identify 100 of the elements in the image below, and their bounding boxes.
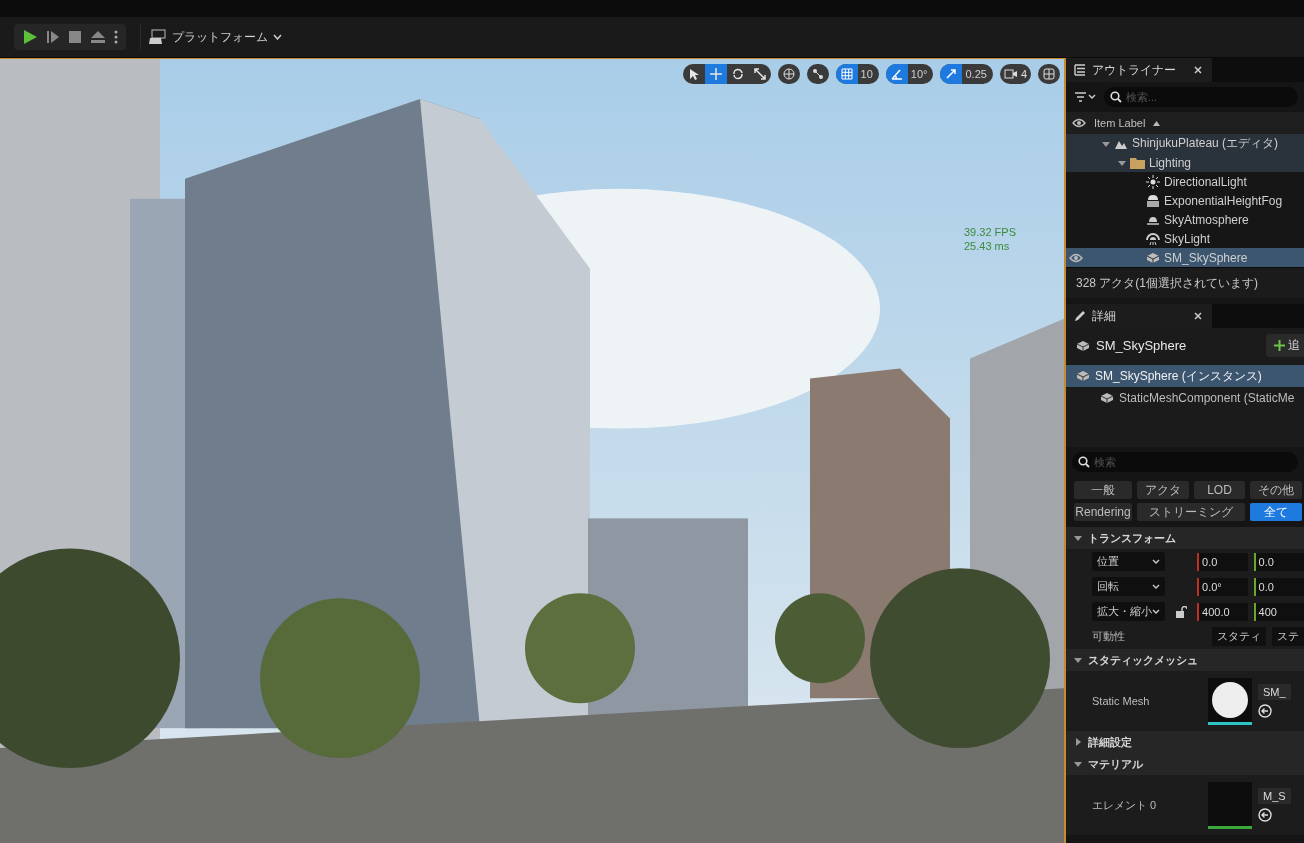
diagonal-arrow-icon: [945, 68, 958, 80]
folder-icon: [1130, 156, 1145, 169]
expand-caret-icon[interactable]: [1074, 738, 1082, 746]
mesh-icon: [1100, 392, 1114, 404]
snap-value: 10°: [909, 68, 929, 80]
filter-chip[interactable]: LOD: [1193, 481, 1246, 499]
grid-icon: [840, 68, 853, 80]
eye-icon[interactable]: [1069, 252, 1083, 263]
chevron-down-icon: [1152, 609, 1161, 614]
transform-mode-dropdown[interactable]: 位置: [1092, 552, 1166, 571]
list-icon: [1074, 64, 1086, 76]
sort-ascending-icon: [1153, 120, 1161, 126]
mobility-option[interactable]: スタティ: [1212, 627, 1266, 646]
rotate-icon: [731, 68, 744, 80]
column-header[interactable]: Item Label: [1066, 112, 1304, 134]
outliner-item-label: SkyAtmosphere: [1164, 212, 1249, 227]
use-selected-icon[interactable]: [1258, 704, 1272, 718]
camera-icon: [1003, 69, 1018, 79]
collapse-caret-icon[interactable]: [1074, 534, 1082, 542]
padlock-icon[interactable]: [1175, 605, 1187, 618]
platform-dropdown[interactable]: プラットフォーム: [140, 24, 290, 50]
filter-chip[interactable]: 一般: [1074, 481, 1132, 499]
filter-chip[interactable]: 全て: [1250, 503, 1302, 521]
stat-readout: 39.32 FPS: [964, 225, 1016, 239]
outliner-item-label: Lighting: [1149, 155, 1192, 170]
actor-name: SM_SkySphere: [1096, 338, 1188, 353]
camera-speed-value: 4: [1020, 68, 1027, 80]
snap-value: 10: [859, 68, 874, 80]
add-component-button[interactable]: 追: [1266, 334, 1304, 357]
expand-caret-icon[interactable]: [1118, 158, 1126, 167]
filter-chip[interactable]: アクタ: [1137, 481, 1189, 499]
outliner-item-label: SkyLight: [1164, 231, 1211, 246]
mesh-icon: [1076, 339, 1090, 352]
section-header[interactable]: 詳細設定: [1066, 731, 1304, 753]
eject-button[interactable]: [88, 28, 108, 46]
mobility-option[interactable]: ステ: [1272, 627, 1304, 646]
skylight-icon: [1146, 231, 1160, 246]
number-field[interactable]: 0.0: [1253, 552, 1304, 571]
details-tab[interactable]: 詳細: [1066, 304, 1212, 328]
expand-caret-icon[interactable]: [1102, 139, 1110, 148]
asset-name[interactable]: SM_: [1258, 684, 1291, 700]
move-icon: [709, 68, 722, 80]
angle-icon: [890, 68, 903, 80]
plus-icon: [1274, 340, 1285, 351]
snap-toggle[interactable]: 0.25: [940, 64, 993, 84]
snap-value: 0.25: [964, 68, 988, 80]
outliner-item-label: DirectionalLight: [1164, 174, 1247, 189]
outliner-row[interactable]: ShinjukuPlateau (エディタ): [1066, 134, 1304, 153]
outliner-search-field[interactable]: 検索...: [1104, 87, 1298, 107]
details-search-field[interactable]: 検索: [1072, 452, 1298, 472]
filter-chip[interactable]: その他: [1250, 481, 1302, 499]
scale-icon: [753, 68, 766, 80]
chevron-down-icon: [273, 34, 282, 40]
property-label: 可動性: [1092, 629, 1126, 644]
sun-icon: [1146, 174, 1160, 189]
property-label: Static Mesh: [1092, 695, 1151, 707]
filter-chip[interactable]: Rendering: [1074, 503, 1132, 521]
search-icon: [1078, 456, 1090, 468]
section-header[interactable]: スタティックメッシュ: [1066, 649, 1304, 671]
close-button[interactable]: [1194, 312, 1202, 320]
chevron-down-icon: [1152, 559, 1161, 564]
asset-thumbnail[interactable]: [1208, 781, 1252, 829]
snap-toggle-button[interactable]: [940, 64, 963, 84]
number-field[interactable]: 400: [1253, 602, 1304, 621]
stop-button[interactable]: [66, 28, 84, 46]
component-row[interactable]: StaticMeshComponent (StaticMe: [1066, 387, 1304, 409]
filter-button[interactable]: [1072, 90, 1098, 104]
outliner-tab[interactable]: アウトライナー: [1066, 58, 1212, 82]
snap-toggle[interactable]: 10°: [885, 64, 934, 84]
sphere-icon: [1211, 680, 1249, 719]
transform-mode-dropdown[interactable]: 拡大・縮小: [1092, 602, 1166, 621]
search-icon: [1110, 91, 1122, 103]
globe-icon: [782, 68, 795, 80]
collapse-caret-icon[interactable]: [1074, 760, 1082, 768]
asset-thumbnail[interactable]: [1208, 677, 1252, 725]
outliner-row[interactable]: Lighting: [1066, 153, 1304, 172]
outliner-item-label: SM_SkySphere: [1164, 250, 1248, 265]
use-selected-icon[interactable]: [1258, 808, 1272, 822]
component-row[interactable]: SM_SkySphere (インスタンス): [1066, 365, 1304, 387]
number-field[interactable]: 0.0°: [1197, 577, 1248, 596]
transform-tool-button[interactable]: [704, 64, 727, 84]
pencil-icon: [1074, 310, 1086, 322]
property-label: エレメント 0: [1092, 797, 1158, 813]
number-field[interactable]: 0.0: [1197, 552, 1248, 571]
transform-mode-dropdown[interactable]: 回転: [1092, 577, 1166, 596]
nodes-icon: [811, 68, 824, 80]
number-field[interactable]: 400.0: [1197, 602, 1248, 621]
four-panes-icon: [1043, 68, 1055, 80]
section-header[interactable]: トランスフォーム: [1066, 527, 1304, 549]
tab-title: アウトライナー: [1092, 61, 1177, 79]
eye-icon[interactable]: [1072, 118, 1086, 128]
outliner-row[interactable]: SM_SkySphere: [1066, 248, 1304, 267]
collapse-caret-icon[interactable]: [1074, 656, 1082, 664]
outliner-item-label: ShinjukuPlateau (エディタ): [1132, 135, 1279, 152]
more-options-button[interactable]: [112, 28, 120, 46]
number-field[interactable]: 0.0: [1253, 577, 1304, 596]
asset-name[interactable]: M_S: [1258, 788, 1291, 804]
filter-chip[interactable]: ストリーミング: [1137, 503, 1246, 521]
close-button[interactable]: [1194, 66, 1202, 74]
section-header[interactable]: マテリアル: [1066, 753, 1304, 775]
